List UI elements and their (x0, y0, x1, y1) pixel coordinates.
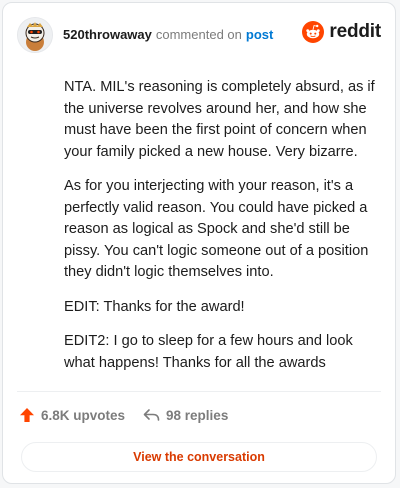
view-conversation-button[interactable]: View the conversation (21, 442, 377, 472)
comment-body: NTA. MIL's reasoning is completely absur… (64, 77, 377, 387)
username-link[interactable]: 520throwaway (63, 27, 152, 42)
upvote-button[interactable]: 6.8K upvotes (19, 407, 125, 423)
reddit-logo[interactable]: reddit (302, 21, 381, 43)
comment-header: 520throwaway commented on post reddit (17, 17, 381, 53)
reply-arrow-icon (143, 409, 160, 421)
reply-count: 98 replies (166, 407, 229, 423)
replies-button[interactable]: 98 replies (143, 407, 228, 423)
comment-actions: 6.8K upvotes 98 replies (19, 407, 228, 423)
commented-on-text: commented on (155, 27, 242, 42)
comment-paragraph: As for you interjecting with your reason… (64, 178, 369, 280)
upvote-arrow-icon (20, 408, 34, 422)
comment-meta: 520throwaway commented on post (63, 27, 273, 43)
comment-paragraph: NTA. MIL's reasoning is completely absur… (64, 79, 375, 160)
upvote-count: 6.8K upvotes (41, 407, 126, 423)
comment-card: 520throwaway commented on post reddit NTA.… (2, 2, 396, 484)
post-link[interactable]: post (246, 27, 273, 42)
comment-paragraph: EDIT: Thanks for the award! (64, 298, 245, 315)
reddit-logo-icon (302, 21, 325, 43)
avatar[interactable] (17, 17, 53, 53)
comment-paragraph: EDIT2: I go to sleep for a few hours and… (64, 333, 353, 371)
reddit-wordmark: reddit (329, 21, 381, 42)
divider (17, 391, 381, 392)
